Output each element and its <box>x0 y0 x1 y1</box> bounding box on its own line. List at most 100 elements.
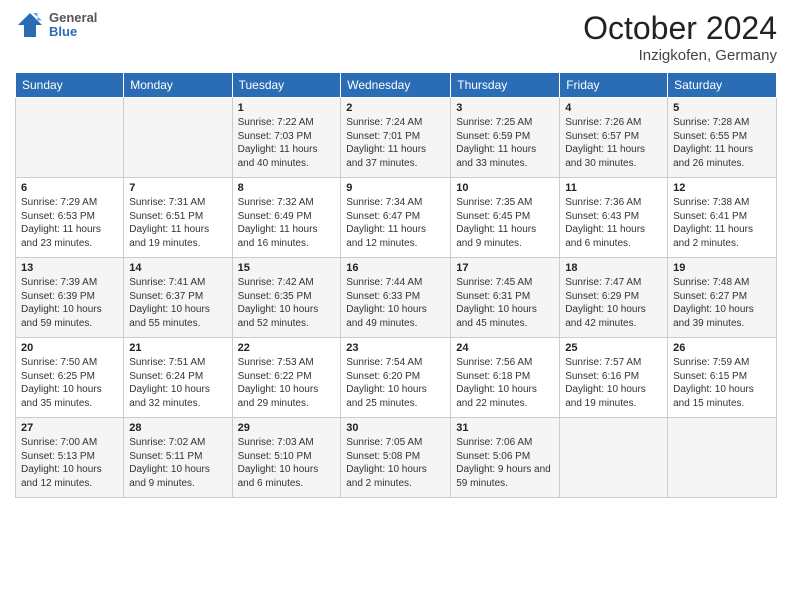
day-info: Sunrise: 7:24 AMSunset: 7:01 PMDaylight:… <box>346 116 445 170</box>
title-block: October 2024 Inzigkofen, Germany <box>583 10 777 64</box>
day-info: Sunrise: 7:59 AMSunset: 6:15 PMDaylight:… <box>673 356 771 410</box>
calendar-cell-w3-d3: 15 Sunrise: 7:42 AMSunset: 6:35 PMDaylig… <box>232 258 341 338</box>
day-number: 16 <box>346 262 445 274</box>
col-saturday: Saturday <box>668 73 777 98</box>
day-info: Sunrise: 7:39 AMSunset: 6:39 PMDaylight:… <box>21 276 118 330</box>
calendar-cell-w2-d6: 11 Sunrise: 7:36 AMSunset: 6:43 PMDaylig… <box>560 178 668 258</box>
day-number: 24 <box>456 342 554 354</box>
day-info: Sunrise: 7:42 AMSunset: 6:35 PMDaylight:… <box>238 276 336 330</box>
logo-text: General Blue <box>49 11 97 40</box>
calendar-cell-w4-d3: 22 Sunrise: 7:53 AMSunset: 6:22 PMDaylig… <box>232 338 341 418</box>
day-number: 26 <box>673 342 771 354</box>
day-number: 2 <box>346 102 445 114</box>
calendar-week-4: 20 Sunrise: 7:50 AMSunset: 6:25 PMDaylig… <box>16 338 777 418</box>
day-info: Sunrise: 7:36 AMSunset: 6:43 PMDaylight:… <box>565 196 662 250</box>
day-info: Sunrise: 7:47 AMSunset: 6:29 PMDaylight:… <box>565 276 662 330</box>
calendar-cell-w4-d1: 20 Sunrise: 7:50 AMSunset: 6:25 PMDaylig… <box>16 338 124 418</box>
calendar-cell-w4-d2: 21 Sunrise: 7:51 AMSunset: 6:24 PMDaylig… <box>124 338 232 418</box>
day-info: Sunrise: 7:25 AMSunset: 6:59 PMDaylight:… <box>456 116 554 170</box>
day-info: Sunrise: 7:56 AMSunset: 6:18 PMDaylight:… <box>456 356 554 410</box>
day-number: 31 <box>456 422 554 434</box>
col-monday: Monday <box>124 73 232 98</box>
day-info: Sunrise: 7:41 AMSunset: 6:37 PMDaylight:… <box>129 276 226 330</box>
day-number: 28 <box>129 422 226 434</box>
calendar-cell-w5-d6 <box>560 418 668 498</box>
day-number: 5 <box>673 102 771 114</box>
calendar-cell-w1-d4: 2 Sunrise: 7:24 AMSunset: 7:01 PMDayligh… <box>341 98 451 178</box>
day-info: Sunrise: 7:28 AMSunset: 6:55 PMDaylight:… <box>673 116 771 170</box>
calendar-week-2: 6 Sunrise: 7:29 AMSunset: 6:53 PMDayligh… <box>16 178 777 258</box>
calendar-cell-w2-d1: 6 Sunrise: 7:29 AMSunset: 6:53 PMDayligh… <box>16 178 124 258</box>
calendar-cell-w4-d6: 25 Sunrise: 7:57 AMSunset: 6:16 PMDaylig… <box>560 338 668 418</box>
day-number: 20 <box>21 342 118 354</box>
header: General Blue October 2024 Inzigkofen, Ge… <box>15 10 777 64</box>
day-number: 21 <box>129 342 226 354</box>
day-number: 23 <box>346 342 445 354</box>
calendar-cell-w3-d4: 16 Sunrise: 7:44 AMSunset: 6:33 PMDaylig… <box>341 258 451 338</box>
day-info: Sunrise: 7:48 AMSunset: 6:27 PMDaylight:… <box>673 276 771 330</box>
calendar-cell-w2-d3: 8 Sunrise: 7:32 AMSunset: 6:49 PMDayligh… <box>232 178 341 258</box>
day-info: Sunrise: 7:54 AMSunset: 6:20 PMDaylight:… <box>346 356 445 410</box>
calendar-cell-w4-d5: 24 Sunrise: 7:56 AMSunset: 6:18 PMDaylig… <box>451 338 560 418</box>
logo-general: General <box>49 11 97 25</box>
day-number: 30 <box>346 422 445 434</box>
day-number: 15 <box>238 262 336 274</box>
calendar-cell-w3-d6: 18 Sunrise: 7:47 AMSunset: 6:29 PMDaylig… <box>560 258 668 338</box>
day-info: Sunrise: 7:05 AMSunset: 5:08 PMDaylight:… <box>346 436 445 490</box>
calendar-cell-w5-d7 <box>668 418 777 498</box>
calendar-cell-w1-d6: 4 Sunrise: 7:26 AMSunset: 6:57 PMDayligh… <box>560 98 668 178</box>
day-number: 3 <box>456 102 554 114</box>
calendar-cell-w3-d1: 13 Sunrise: 7:39 AMSunset: 6:39 PMDaylig… <box>16 258 124 338</box>
page: General Blue October 2024 Inzigkofen, Ge… <box>0 0 792 612</box>
day-number: 22 <box>238 342 336 354</box>
calendar-cell-w2-d4: 9 Sunrise: 7:34 AMSunset: 6:47 PMDayligh… <box>341 178 451 258</box>
day-info: Sunrise: 7:29 AMSunset: 6:53 PMDaylight:… <box>21 196 118 250</box>
logo-icon <box>15 10 45 40</box>
calendar-cell-w2-d2: 7 Sunrise: 7:31 AMSunset: 6:51 PMDayligh… <box>124 178 232 258</box>
col-tuesday: Tuesday <box>232 73 341 98</box>
calendar: Sunday Monday Tuesday Wednesday Thursday… <box>15 72 777 498</box>
day-number: 8 <box>238 182 336 194</box>
day-number: 29 <box>238 422 336 434</box>
day-number: 9 <box>346 182 445 194</box>
calendar-week-1: 1 Sunrise: 7:22 AMSunset: 7:03 PMDayligh… <box>16 98 777 178</box>
calendar-cell-w2-d5: 10 Sunrise: 7:35 AMSunset: 6:45 PMDaylig… <box>451 178 560 258</box>
calendar-cell-w1-d5: 3 Sunrise: 7:25 AMSunset: 6:59 PMDayligh… <box>451 98 560 178</box>
day-number: 14 <box>129 262 226 274</box>
day-number: 18 <box>565 262 662 274</box>
day-number: 19 <box>673 262 771 274</box>
calendar-cell-w3-d5: 17 Sunrise: 7:45 AMSunset: 6:31 PMDaylig… <box>451 258 560 338</box>
calendar-cell-w5-d2: 28 Sunrise: 7:02 AMSunset: 5:11 PMDaylig… <box>124 418 232 498</box>
day-info: Sunrise: 7:02 AMSunset: 5:11 PMDaylight:… <box>129 436 226 490</box>
title-location: Inzigkofen, Germany <box>583 47 777 64</box>
logo: General Blue <box>15 10 97 40</box>
calendar-cell-w5-d1: 27 Sunrise: 7:00 AMSunset: 5:13 PMDaylig… <box>16 418 124 498</box>
day-number: 11 <box>565 182 662 194</box>
day-number: 7 <box>129 182 226 194</box>
day-info: Sunrise: 7:03 AMSunset: 5:10 PMDaylight:… <box>238 436 336 490</box>
day-number: 10 <box>456 182 554 194</box>
calendar-week-5: 27 Sunrise: 7:00 AMSunset: 5:13 PMDaylig… <box>16 418 777 498</box>
calendar-cell-w3-d2: 14 Sunrise: 7:41 AMSunset: 6:37 PMDaylig… <box>124 258 232 338</box>
day-info: Sunrise: 7:50 AMSunset: 6:25 PMDaylight:… <box>21 356 118 410</box>
calendar-cell-w2-d7: 12 Sunrise: 7:38 AMSunset: 6:41 PMDaylig… <box>668 178 777 258</box>
day-info: Sunrise: 7:26 AMSunset: 6:57 PMDaylight:… <box>565 116 662 170</box>
day-info: Sunrise: 7:22 AMSunset: 7:03 PMDaylight:… <box>238 116 336 170</box>
calendar-cell-w4-d7: 26 Sunrise: 7:59 AMSunset: 6:15 PMDaylig… <box>668 338 777 418</box>
calendar-cell-w5-d3: 29 Sunrise: 7:03 AMSunset: 5:10 PMDaylig… <box>232 418 341 498</box>
calendar-cell-w4-d4: 23 Sunrise: 7:54 AMSunset: 6:20 PMDaylig… <box>341 338 451 418</box>
day-number: 4 <box>565 102 662 114</box>
day-info: Sunrise: 7:34 AMSunset: 6:47 PMDaylight:… <box>346 196 445 250</box>
day-info: Sunrise: 7:35 AMSunset: 6:45 PMDaylight:… <box>456 196 554 250</box>
calendar-cell-w1-d3: 1 Sunrise: 7:22 AMSunset: 7:03 PMDayligh… <box>232 98 341 178</box>
col-thursday: Thursday <box>451 73 560 98</box>
calendar-week-3: 13 Sunrise: 7:39 AMSunset: 6:39 PMDaylig… <box>16 258 777 338</box>
logo-blue: Blue <box>49 25 97 39</box>
day-info: Sunrise: 7:51 AMSunset: 6:24 PMDaylight:… <box>129 356 226 410</box>
day-number: 25 <box>565 342 662 354</box>
calendar-cell-w5-d5: 31 Sunrise: 7:06 AMSunset: 5:06 PMDaylig… <box>451 418 560 498</box>
day-info: Sunrise: 7:53 AMSunset: 6:22 PMDaylight:… <box>238 356 336 410</box>
calendar-cell-w1-d1 <box>16 98 124 178</box>
calendar-cell-w1-d2 <box>124 98 232 178</box>
calendar-cell-w5-d4: 30 Sunrise: 7:05 AMSunset: 5:08 PMDaylig… <box>341 418 451 498</box>
